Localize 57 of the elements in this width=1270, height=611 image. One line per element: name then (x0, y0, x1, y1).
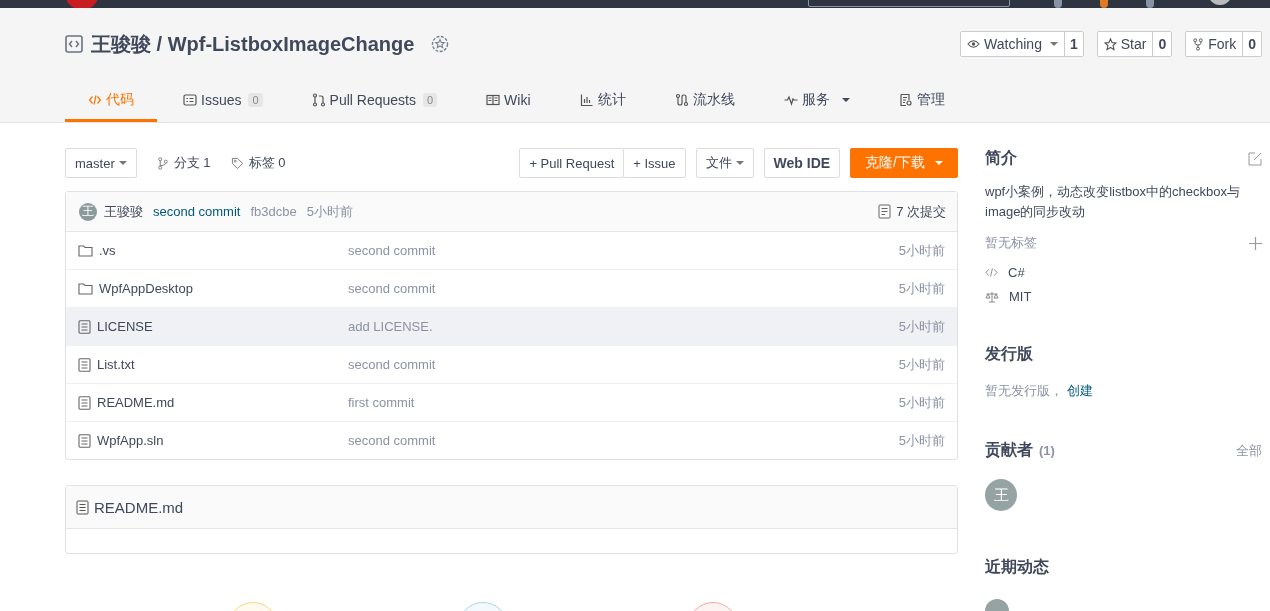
tab[interactable]: Pull Requests 0 (288, 80, 461, 122)
commit-time: 5小时前 (898, 241, 945, 260)
commit-time: 5小时前 (898, 317, 945, 336)
tab[interactable]: 管理 (875, 80, 968, 122)
file-name-link[interactable]: LICENSE (97, 319, 153, 334)
file-row[interactable]: README.md first commit 5小时前 (66, 384, 957, 422)
file-row[interactable]: .vs second commit 5小时前 (66, 232, 957, 270)
file-name-link[interactable]: WpfApp.sln (97, 433, 164, 448)
tab[interactable]: 流水线 (651, 80, 758, 122)
file-row[interactable]: WpfApp.sln second commit 5小时前 (66, 422, 957, 459)
readme-title: README.md (94, 498, 184, 516)
contributor-count: (1) (1039, 443, 1055, 458)
commit-time: 5小时前 (898, 355, 945, 374)
repository-title[interactable]: 王骏骏 / Wpf-ListboxImageChange (91, 30, 415, 58)
file-row[interactable]: List.txt second commit 5小时前 (66, 346, 957, 384)
commits-link[interactable]: 7 次提交 (896, 202, 946, 221)
section-title: 简介 (985, 148, 1017, 168)
commit-time: 5小时前 (898, 279, 945, 298)
language-label[interactable]: C# (1008, 265, 1025, 280)
section-title: 贡献者 (985, 440, 1033, 461)
description: wpf小案例，动态改变listbox中的checkbox与image的同步改动 (985, 183, 1241, 221)
tab[interactable]: 统计 (556, 80, 649, 122)
author-link[interactable]: 王骏骏 (104, 202, 143, 221)
file-row[interactable]: LICENSE add LICENSE. 5小时前 (66, 308, 957, 346)
file-name-link[interactable]: WpfAppDesktop (99, 281, 193, 296)
file-dropdown[interactable]: 文件 (695, 148, 754, 178)
file-name-link[interactable]: README.md (97, 395, 175, 410)
count-label[interactable]: 0 (1243, 32, 1261, 56)
license-label[interactable]: MIT (1009, 289, 1032, 304)
web-ide-button[interactable]: Web IDE (763, 148, 841, 178)
count-badge: 0 (248, 92, 263, 107)
section-title: 近期动态 (985, 557, 1050, 577)
file-name-link[interactable]: .vs (99, 243, 116, 258)
tags-link[interactable]: 标签 0 (248, 154, 286, 172)
no-tags-label: 暂无标签 (985, 234, 1037, 252)
commit-message-link[interactable]: second commit (153, 204, 241, 219)
section-title: 发行版 (985, 344, 1034, 364)
commit-time: 5小时前 (306, 202, 353, 221)
fork-button[interactable]: Fork (1186, 32, 1244, 56)
commit-time: 5小时前 (898, 431, 945, 450)
branches-link[interactable]: 分支 1 (173, 154, 211, 172)
tab[interactable]: 服务 (760, 80, 873, 122)
count-label[interactable]: 0 (1153, 32, 1172, 56)
branch-dropdown[interactable]: master (65, 148, 137, 178)
commit-time: 5小时前 (898, 393, 945, 412)
issue-button[interactable]: + Issue (623, 148, 686, 178)
star-button[interactable]: Star (1097, 32, 1154, 56)
file-name-link[interactable]: List.txt (97, 357, 135, 372)
count-badge: 0 (423, 92, 438, 107)
create-link[interactable]: 创建 (1067, 382, 1093, 400)
no-releases-label: 暂无发行版， (985, 382, 1063, 400)
tab[interactable]: Wiki (463, 80, 554, 122)
watch-button[interactable]: Watching (961, 32, 1065, 56)
tab[interactable]: Issues 0 (160, 80, 286, 122)
count-label[interactable]: 1 (1064, 32, 1083, 56)
pull-request-button[interactable]: + Pull Request (519, 148, 625, 178)
avatar: 王 (79, 202, 97, 221)
